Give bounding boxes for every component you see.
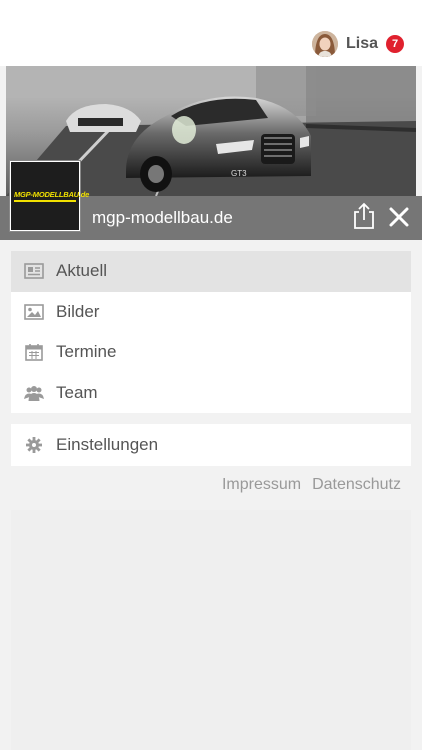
menu-label: Bilder [56, 301, 100, 321]
site-title[interactable]: mgp-modellbau.de [92, 208, 233, 228]
share-icon [354, 202, 374, 229]
menu-item-bilder[interactable]: Bilder [11, 292, 411, 333]
menu-item-termine[interactable]: Termine [11, 332, 411, 373]
user-name[interactable]: Lisa [346, 35, 378, 53]
main-menu: Aktuell Bilder Termine Team [11, 251, 411, 413]
menu-label: Team [56, 382, 98, 402]
menu-item-team[interactable]: Team [11, 373, 411, 414]
footer-links: Impressum Datenschutz [222, 476, 401, 494]
datenschutz-link[interactable]: Datenschutz [312, 476, 401, 494]
menu-label: Einstellungen [56, 435, 159, 454]
close-button[interactable] [388, 206, 410, 228]
content-background [11, 510, 411, 750]
svg-text:GT3: GT3 [231, 169, 247, 178]
avatar[interactable] [311, 31, 338, 57]
close-icon [389, 207, 409, 227]
logo-stripe [14, 200, 76, 202]
notification-badge[interactable]: 7 [386, 35, 404, 53]
user-menu[interactable]: Lisa 7 [311, 28, 404, 60]
logo-text: MGP-MODELLBAU.de [14, 190, 90, 199]
share-button[interactable] [351, 202, 377, 230]
team-icon [24, 383, 44, 403]
menu-label: Termine [56, 342, 117, 362]
impressum-link[interactable]: Impressum [222, 476, 301, 494]
calendar-icon [24, 342, 44, 362]
gear-icon [24, 435, 44, 455]
image-icon [24, 302, 44, 322]
menu-item-einstellungen[interactable]: Einstellungen [11, 424, 411, 466]
site-logo[interactable]: MGP-MODELLBAU.de [10, 161, 90, 231]
menu-item-aktuell[interactable]: Aktuell [11, 251, 411, 292]
top-bar: Lisa 7 [0, 0, 422, 66]
menu-label: Aktuell [56, 261, 108, 281]
newspaper-icon [24, 261, 44, 281]
